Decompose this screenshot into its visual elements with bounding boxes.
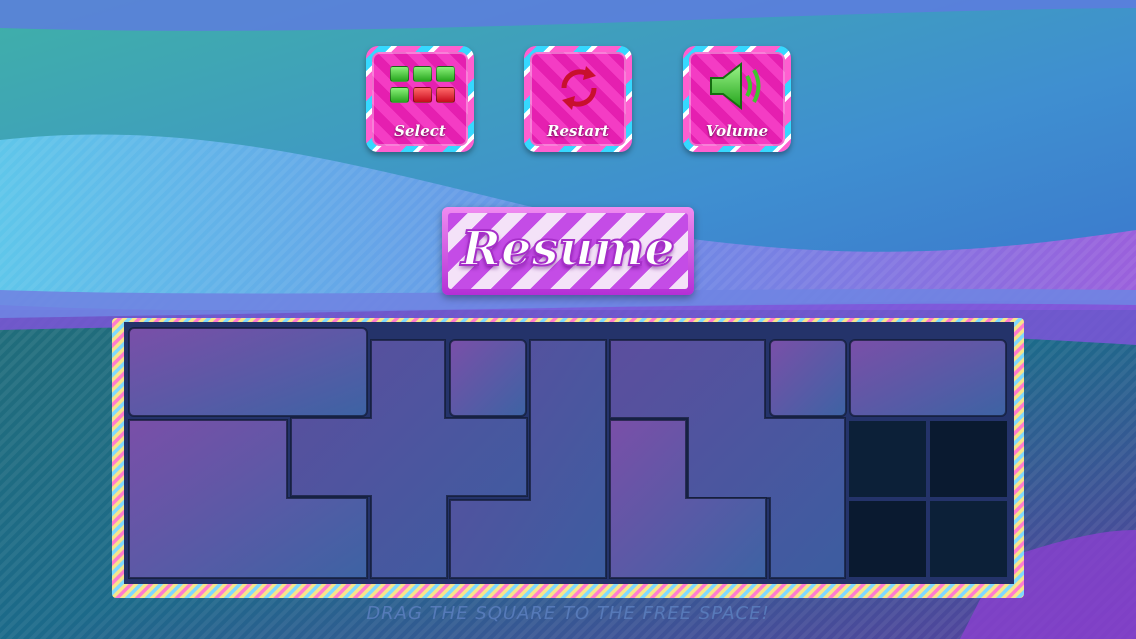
free-space [847, 419, 1009, 579]
block [449, 339, 527, 417]
instruction-text: DRAG THE SQUARE TO THE FREE SPACE! [366, 603, 770, 624]
block [769, 339, 847, 417]
block [128, 327, 368, 417]
grid-icon [390, 66, 455, 106]
select-label: Select [394, 122, 446, 140]
select-button[interactable]: Select [366, 46, 474, 152]
volume-button[interactable]: Volume [683, 46, 791, 152]
resume-button[interactable]: Resume [442, 207, 694, 295]
restart-arrows-icon [561, 66, 597, 110]
block [849, 339, 1007, 417]
speaker-icon [710, 61, 761, 111]
resume-label: Resume [460, 220, 676, 278]
restart-label: Restart [547, 122, 609, 140]
restart-button[interactable]: Restart [524, 46, 632, 152]
volume-label: Volume [705, 122, 769, 140]
